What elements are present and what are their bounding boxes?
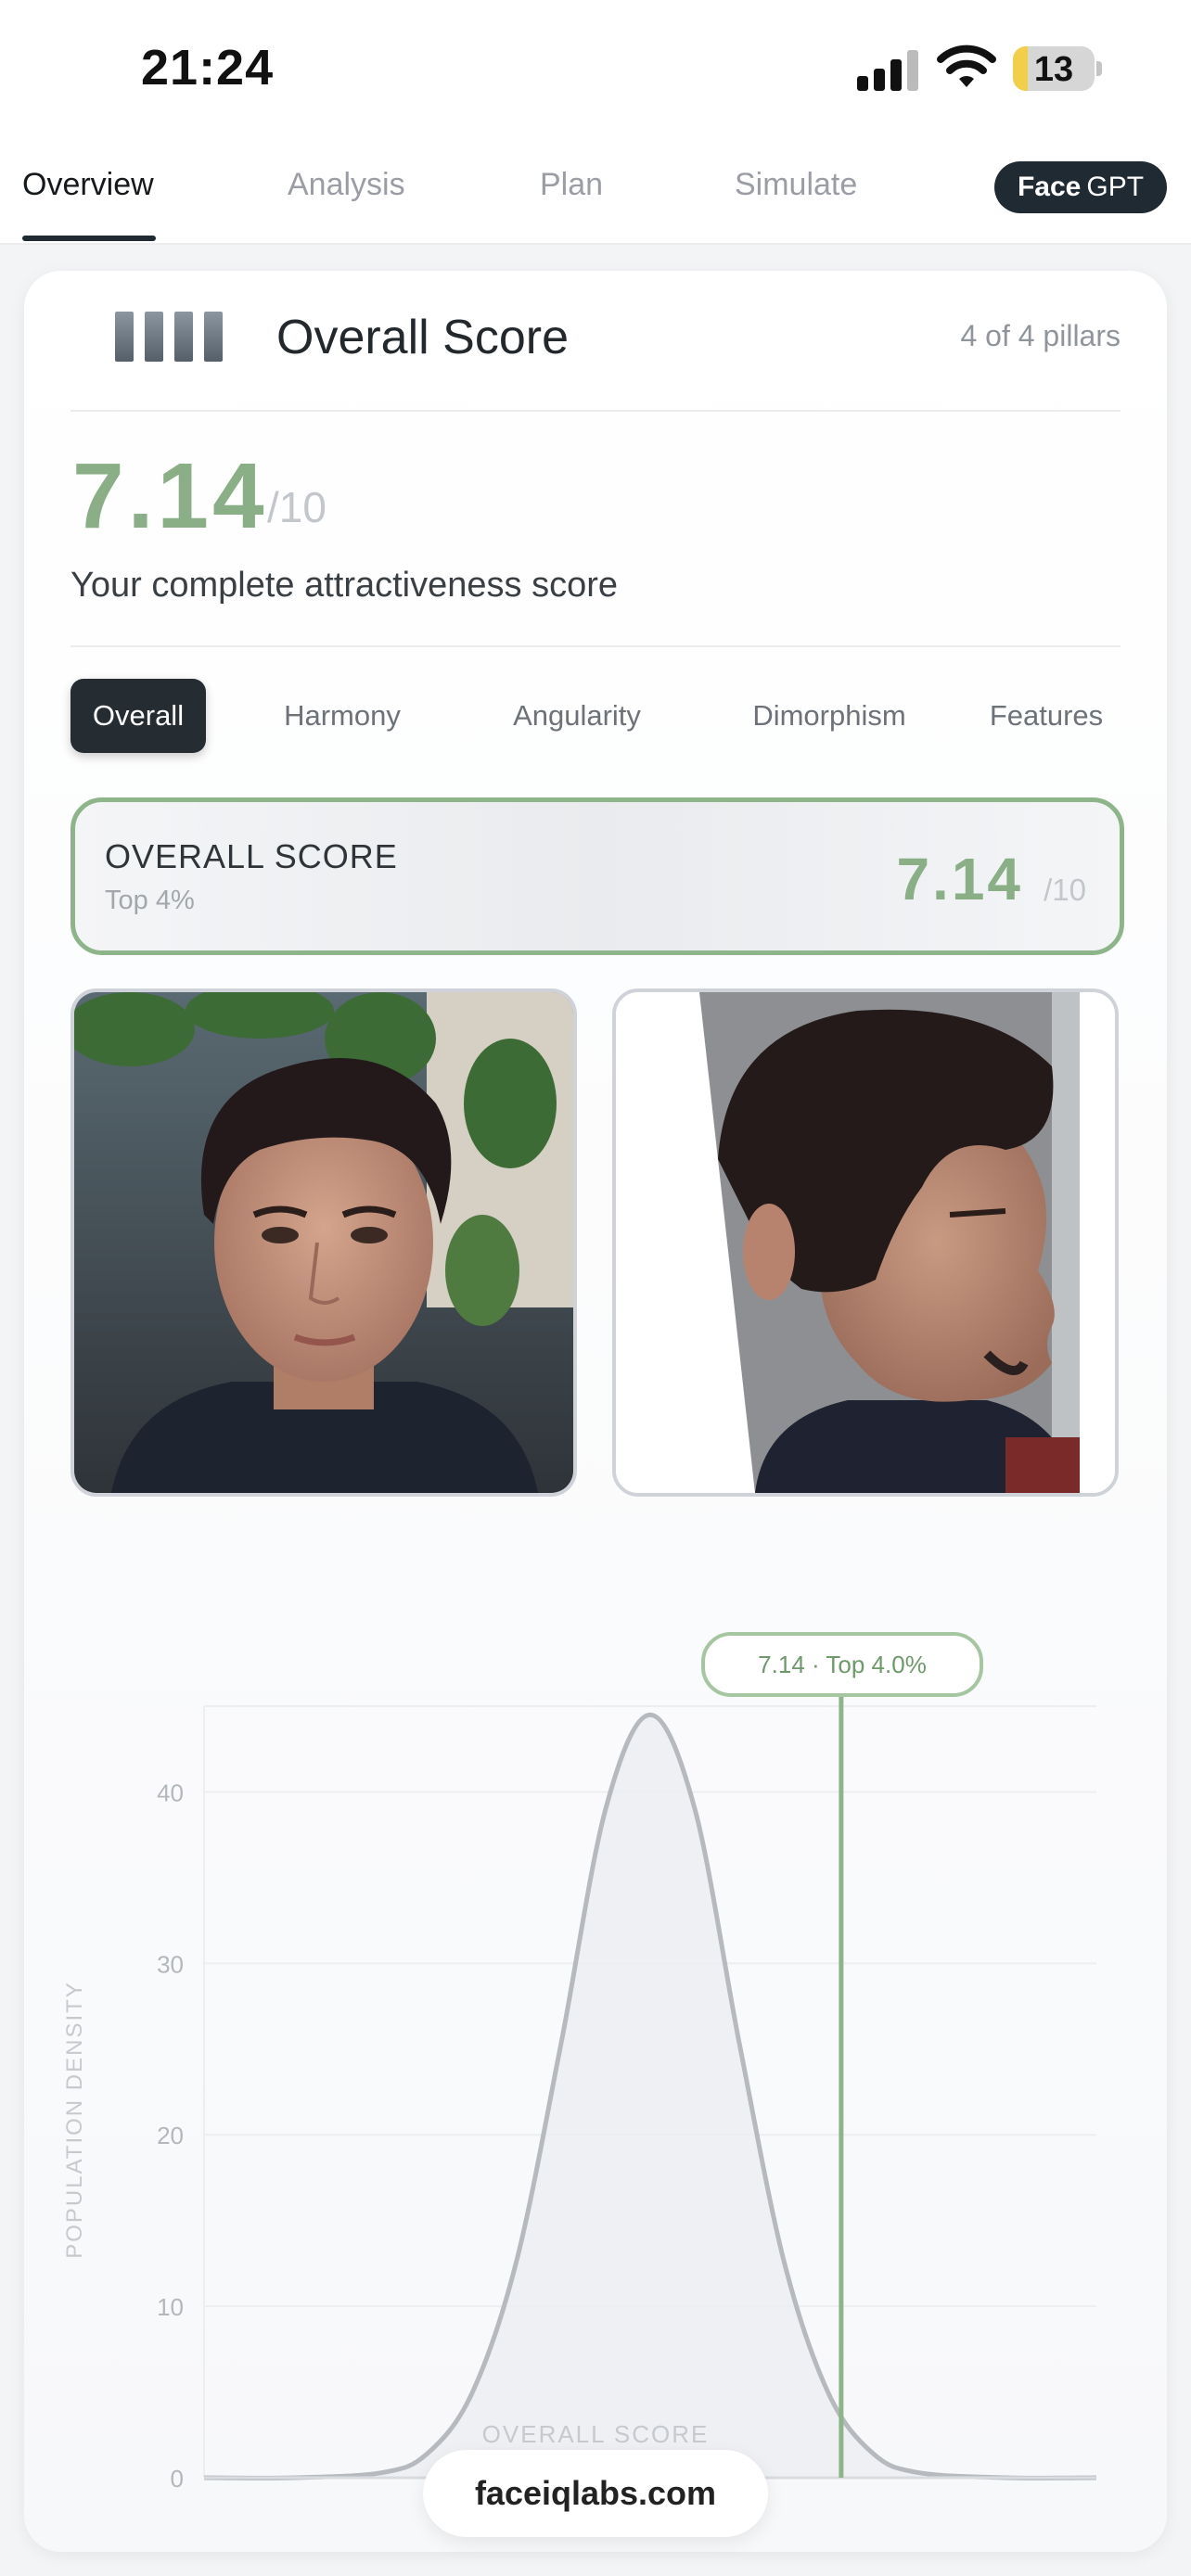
x-axis-title: OVERALL SCORE [481,2420,710,2448]
face-gpt-bold: Face [1017,172,1082,202]
segment-harmony[interactable]: Harmony [263,679,421,753]
battery-tip [1096,61,1102,76]
wifi-icon [937,45,996,87]
y-tick-label: 40 [157,1779,184,1806]
score-subtitle: Your complete attractiveness score [70,566,619,605]
card-header: Overall Score 4 of 4 pillars [70,306,1121,367]
active-tab-indicator [22,236,156,241]
y-tick-label: 20 [157,2122,184,2149]
segment-angularity[interactable]: Angularity [484,679,670,753]
summary-label: OVERALL SCORE [105,837,398,875]
site-footer-pill[interactable]: faceiqlabs.com [423,2450,768,2537]
tab-overview[interactable]: Overview [22,167,154,203]
front-face-image [74,992,573,1493]
summary-score: 7.14 [896,846,1023,912]
score-distribution-chart: 7.14 · Top 4.0% 010203040012345678910POP… [24,1595,1167,2540]
overall-score-value: 7.14 [72,444,268,548]
summary-percentile: Top 4% [105,886,195,915]
tab-analysis[interactable]: Analysis [288,167,405,203]
distribution-svg: 010203040012345678910POPULATION DENSITY [62,1691,1113,2540]
subtitle-divider [70,645,1121,647]
front-face-photo[interactable] [70,988,577,1497]
tab-simulate[interactable]: Simulate [735,167,857,203]
tab-plan[interactable]: Plan [540,167,603,203]
segment-overall[interactable]: Overall [70,679,206,753]
battery-icon: 13 [1013,46,1095,91]
pillars-icon [70,308,223,363]
score-callout: 7.14 · Top 4.0% [701,1632,983,1697]
segment-features[interactable]: Features [970,679,1122,753]
y-tick-label: 10 [157,2293,184,2321]
status-bar: 21:24 13 [0,0,1191,139]
battery-level: 13 [1033,50,1074,89]
summary-denominator: /10 [1044,873,1086,907]
y-tick-label: 30 [157,1950,184,1978]
header-divider [70,410,1121,412]
distribution-area [204,1715,1096,2479]
overall-score-card: Overall Score 4 of 4 pillars 7.14 /10 Yo… [24,271,1167,2552]
face-gpt-button[interactable]: Face GPT [994,161,1167,213]
y-axis-title: POPULATION DENSITY [62,1981,87,2259]
side-profile-photo[interactable] [612,988,1119,1497]
card-title: Overall Score [276,311,569,364]
overall-score-summary: OVERALL SCORE Top 4% 7.14 /10 [70,797,1124,955]
top-tab-bar: Overview Analysis Plan Simulate Face GPT [0,139,1191,245]
status-time: 21:24 [141,40,275,96]
pillars-count: 4 of 4 pillars [960,319,1121,352]
face-gpt-rest: GPT [1086,172,1145,202]
y-tick-label: 0 [171,2465,184,2493]
segment-dimorphism[interactable]: Dimorphism [725,679,933,753]
overall-score-denominator: /10 [267,483,327,531]
cellular-signal-icon [857,48,918,91]
side-profile-image [616,992,1115,1493]
